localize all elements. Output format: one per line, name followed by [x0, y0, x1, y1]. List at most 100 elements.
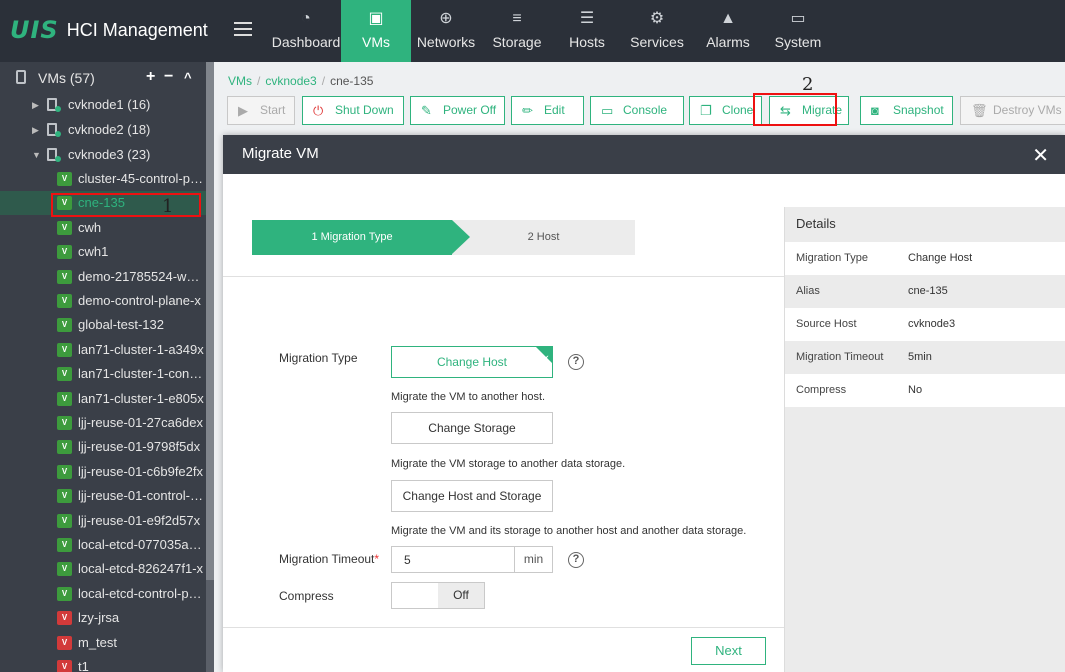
scrollbar-thumb[interactable]	[206, 62, 214, 580]
nav-label: System	[774, 34, 822, 50]
dialog-title: Migrate VM	[242, 145, 319, 162]
caret-right-icon[interactable]: ▶	[32, 93, 39, 117]
vm-stopped-icon: V	[57, 660, 72, 672]
vm-label: local-etcd-control-plane	[78, 585, 204, 601]
tree-node-cvknode1[interactable]: ▶ cvknode1 (16)	[0, 93, 206, 117]
breadcrumb-vms[interactable]: VMs	[228, 74, 252, 88]
camera-icon: ◙	[871, 103, 879, 118]
migration-type-label: Migration Type	[279, 351, 358, 365]
option-change-storage[interactable]: Change Storage	[391, 412, 553, 444]
option-desc-change-host: Migrate the VM to another host.	[391, 391, 546, 403]
vm-running-icon: V	[57, 586, 72, 601]
tree-vm-item[interactable]: Vcluster-45-control-plane	[0, 167, 206, 191]
tree-vm-item[interactable]: Vt1	[0, 655, 206, 672]
nav-storage[interactable]: ≡ Storage	[488, 0, 546, 62]
timeout-unit: min	[514, 547, 552, 572]
breadcrumb-node[interactable]: cvknode3	[265, 74, 316, 88]
tree-vm-item[interactable]: Vlan71-cluster-1-a349x	[0, 338, 206, 362]
wizard-steps: 2 Host 1 Migration Type	[252, 220, 635, 255]
vm-label: demo-21785524-worker	[78, 268, 204, 284]
vm-running-icon: V	[57, 416, 72, 430]
caret-down-icon[interactable]: ▼	[32, 143, 41, 167]
tree-vm-item[interactable]: Vlocal-etcd-control-plane	[0, 582, 206, 606]
host-icon	[47, 123, 61, 137]
tree-vm-item[interactable]: Vcwh1	[0, 240, 206, 264]
edit-button[interactable]: ✏ Edit	[511, 96, 584, 125]
tree-vm-item[interactable]: Vlocal-etcd-077035aa-x	[0, 533, 206, 557]
option-change-host[interactable]: Change Host ✓	[391, 346, 553, 378]
clone-button[interactable]: ❐ Clone	[689, 96, 762, 125]
help-icon[interactable]: ?	[568, 354, 584, 370]
option-change-host-and-storage[interactable]: Change Host and Storage	[391, 480, 553, 512]
vm-running-icon: V	[57, 367, 72, 382]
nav-label: Dashboard	[271, 34, 341, 50]
check-icon: ✓	[541, 354, 550, 365]
caret-right-icon[interactable]: ▶	[32, 118, 39, 142]
footer-divider	[223, 627, 784, 628]
tree-vm-item[interactable]: Vm_test	[0, 631, 206, 655]
tree-node-cvknode2[interactable]: ▶ cvknode2 (18)	[0, 118, 206, 142]
tree-vm-item[interactable]: Vdemo-control-plane-x	[0, 289, 206, 313]
nav-hosts[interactable]: ☰ Hosts	[562, 0, 612, 62]
nav-label: VMs	[362, 34, 390, 50]
shutdown-button[interactable]: ⏻ Shut Down	[302, 96, 404, 125]
vm-running-icon: V	[57, 220, 72, 235]
next-button[interactable]: Next	[691, 637, 766, 665]
menu-toggle-icon[interactable]	[234, 22, 252, 36]
vm-label: local-etcd-077035aa-x	[78, 537, 204, 552]
vm-label: lzy-jrsa	[78, 610, 120, 626]
nav-dashboard[interactable]: ◔ Dashboard	[270, 0, 342, 62]
close-icon[interactable]: ✕	[1032, 143, 1049, 168]
add-icon[interactable]: +	[146, 68, 155, 86]
vm-running-icon: V	[57, 391, 72, 406]
nav-label: Services	[630, 34, 684, 50]
details-row: Alias cne-135	[796, 285, 948, 297]
tree-vm-item[interactable]: Vlan71-cluster-1-control	[0, 362, 206, 386]
sidebar-scrollbar[interactable]	[206, 62, 214, 672]
migration-timeout-input[interactable]: 5 min	[391, 546, 553, 573]
collapse-icon[interactable]: ^	[184, 70, 192, 85]
nav-alarms[interactable]: ▲ Alarms	[701, 0, 755, 62]
destroy-vms-button[interactable]: 🗑 Destroy VMs	[960, 96, 1065, 125]
timeout-value[interactable]: 5	[404, 553, 411, 567]
tree-vm-item[interactable]: Vljj-reuse-01-control-plane	[0, 484, 206, 508]
snapshot-button[interactable]: ◙ Snapshot	[860, 96, 953, 125]
nav-services[interactable]: ⚙ Services	[626, 0, 688, 62]
tree-vm-item[interactable]: Vljj-reuse-01-27ca6dex	[0, 411, 206, 435]
vm-running-icon: V	[57, 318, 72, 333]
tree-vm-item[interactable]: Vdemo-21785524-worker	[0, 265, 206, 289]
tree-node-cvknode3[interactable]: ▼ cvknode3 (23)	[0, 143, 206, 167]
help-icon[interactable]: ?	[568, 552, 584, 568]
tree-vm-item[interactable]: Vlan71-cluster-1-e805x	[0, 387, 206, 411]
vm-label: lan71-cluster-1-a349x	[78, 341, 204, 357]
vm-running-icon: V	[57, 538, 72, 552]
sidebar-header: VMs (57) + − ^	[0, 62, 206, 94]
tree-vm-item[interactable]: Vlzy-jrsa	[0, 606, 206, 630]
poweroff-button[interactable]: ✎ Power Off	[410, 96, 505, 125]
vm-running-icon: V	[57, 464, 72, 479]
tree-vm-item[interactable]: Vlocal-etcd-826247f1-x	[0, 557, 206, 581]
database-icon: ≡	[512, 10, 522, 27]
vm-tree-sidebar: VMs (57) + − ^ ▶ cvknode1 (16) ▶ cvknode…	[0, 62, 214, 672]
nav-vms[interactable]: ▣ VMs	[341, 0, 411, 62]
nav-networks[interactable]: ⊕ Networks	[414, 0, 478, 62]
play-icon: ▶	[238, 103, 248, 118]
tree-vm-item[interactable]: Vljj-reuse-01-e9f2d57x	[0, 509, 206, 533]
tree-vm-item[interactable]: Vcwh	[0, 216, 206, 240]
required-marker: *	[374, 552, 380, 566]
compress-toggle[interactable]: Off	[391, 582, 485, 609]
tree-vm-item[interactable]: Vljj-reuse-01-c6b9fe2fx	[0, 460, 206, 484]
annotation-2: 2	[802, 74, 814, 95]
vm-running-icon: V	[57, 513, 72, 528]
start-button[interactable]: ▶ Start	[227, 96, 295, 125]
tree-vm-item[interactable]: Vglobal-test-132	[0, 313, 206, 337]
annotation-1: 1	[162, 196, 174, 217]
node-label: cvknode1 (16)	[68, 97, 151, 112]
nav-system[interactable]: ▭ System	[769, 0, 827, 62]
remove-icon[interactable]: −	[164, 68, 173, 86]
breadcrumb: VMs / cvknode3/cne-135	[228, 74, 374, 88]
nav-label: Alarms	[706, 34, 750, 50]
console-button[interactable]: ▭ Console	[590, 96, 684, 125]
tree-vm-item[interactable]: Vljj-reuse-01-9798f5dx	[0, 435, 206, 459]
option-desc-change-storage: Migrate the VM storage to another data s…	[391, 458, 626, 470]
